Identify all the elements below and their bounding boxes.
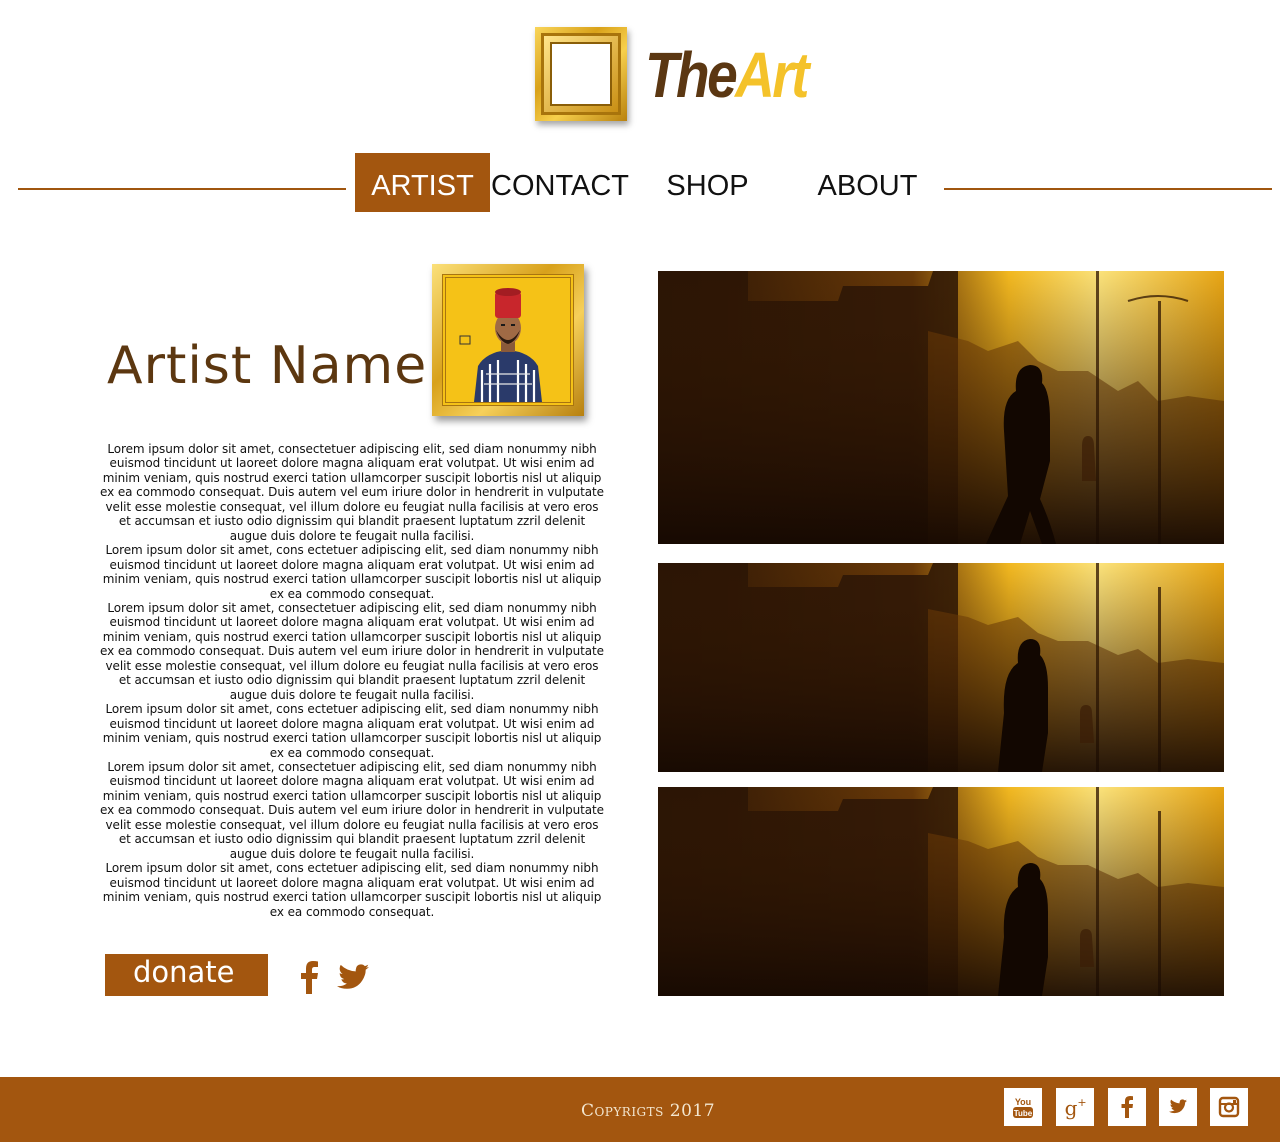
donate-button[interactable]: donate [105, 954, 268, 996]
bio-paragraph: Lorem ipsum dolor sit amet, consectetuer… [100, 759, 604, 861]
nav-divider-right [944, 188, 1272, 190]
logo-wordmark[interactable]: TheArt [645, 39, 809, 111]
instagram-icon[interactable] [1210, 1088, 1248, 1126]
gallery-photo[interactable] [658, 271, 1224, 544]
portrait-image [442, 274, 574, 406]
gallery-photo[interactable] [658, 787, 1224, 996]
gallery-photo[interactable] [658, 563, 1224, 772]
google-plus-icon[interactable]: g + [1056, 1088, 1094, 1126]
bio-paragraph: Lorem ipsum dolor sit amet, cons ectetue… [102, 543, 602, 601]
bio-paragraph: Lorem ipsum dolor sit amet, consectetuer… [100, 442, 604, 543]
logo-text-art: Art [735, 39, 809, 111]
svg-text:Tube: Tube [1014, 1109, 1033, 1118]
logo-text-the: The [645, 39, 738, 111]
artist-name-heading: Artist Name [107, 336, 428, 396]
facebook-icon[interactable] [297, 960, 321, 994]
nav-item-about[interactable]: ABOUT [805, 153, 930, 212]
nav-item-contact[interactable]: CONTACT [491, 153, 629, 212]
facebook-icon[interactable] [1108, 1088, 1146, 1126]
copyright-text: Copyrigts 2017 [580, 1101, 716, 1121]
nav-item-artist[interactable]: ARTIST [355, 153, 490, 212]
bio-paragraph: Lorem ipsum dolor sit amet, cons ectetue… [102, 702, 602, 760]
youtube-icon[interactable]: You Tube [1004, 1088, 1042, 1126]
logo-frame-icon [535, 27, 627, 121]
nav-item-shop[interactable]: SHOP [650, 153, 765, 212]
artist-portrait[interactable] [432, 264, 584, 416]
twitter-icon[interactable] [1159, 1088, 1197, 1126]
nav-divider-left [18, 188, 346, 190]
bio-paragraph: Lorem ipsum dolor sit amet, cons ectetue… [102, 861, 602, 919]
svg-text:g: g [1065, 1096, 1078, 1120]
svg-text:+: + [1077, 1096, 1086, 1109]
bio-paragraph: Lorem ipsum dolor sit amet, consectetuer… [100, 600, 604, 702]
svg-text:You: You [1015, 1097, 1031, 1107]
twitter-icon[interactable] [337, 962, 369, 992]
artist-bio: Lorem ipsum dolor sit amet, consectetuer… [100, 442, 604, 919]
footer: Copyrigts 2017 You Tube g + [0, 1077, 1280, 1142]
